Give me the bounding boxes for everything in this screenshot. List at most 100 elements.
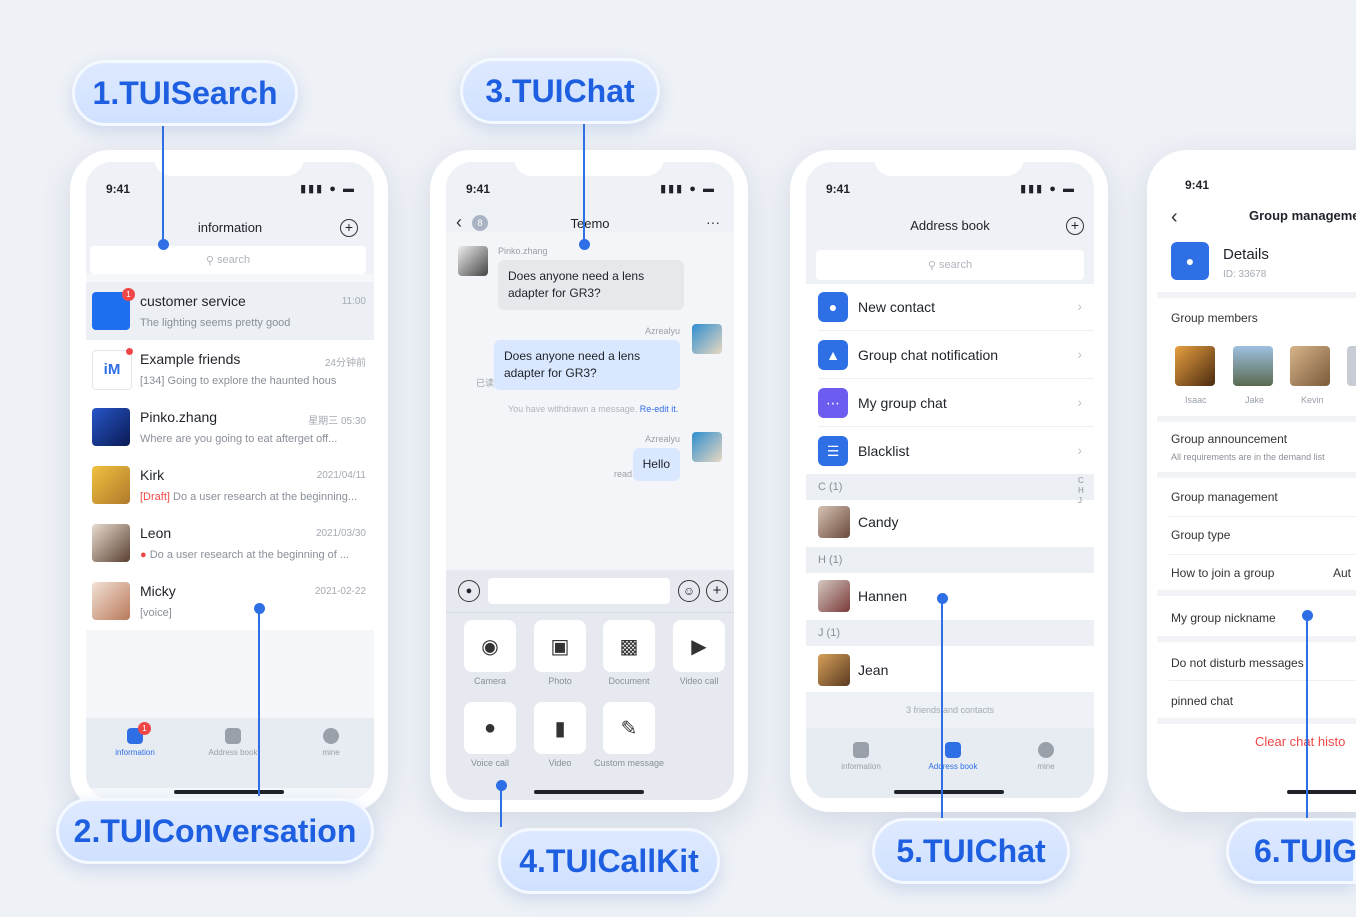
folder-icon: ▩ <box>619 635 639 658</box>
tab-address-book[interactable]: Address book <box>918 742 988 771</box>
tab-information[interactable]: information <box>100 728 170 757</box>
join-method-item[interactable]: How to join a group <box>1171 566 1274 580</box>
video-icon: ▶ <box>691 635 707 658</box>
conversation-item[interactable]: iM Example friends [134] Going to explor… <box>86 340 374 398</box>
pinned-chat-item[interactable]: pinned chat <box>1171 694 1233 708</box>
group-management-item[interactable]: Group management <box>1171 490 1278 504</box>
group-chat-icon: ⋯ <box>818 388 848 418</box>
camera-button[interactable]: ◉ <box>464 620 516 672</box>
withdraw-notice: You have withdrawn a message. Re-edit it… <box>508 404 679 414</box>
tab-information[interactable]: information <box>826 742 896 771</box>
menu-my-group-chat[interactable]: My group chat <box>858 395 947 411</box>
clear-chat-history-button[interactable]: Clear chat histo <box>1255 734 1345 749</box>
avatar <box>818 506 850 538</box>
draft-tag: [Draft] <box>140 491 170 503</box>
tab-mine[interactable]: mine <box>296 728 366 757</box>
search-input[interactable]: ⚲ search <box>816 250 1084 280</box>
message-input[interactable] <box>488 578 670 604</box>
conversation-preview: Where are you going to eat afterget off.… <box>140 433 338 445</box>
tab-badge: 1 <box>138 722 151 735</box>
conversation-item[interactable]: Leon ● Do a user research at the beginni… <box>86 514 374 572</box>
member-name: Jake <box>1245 395 1265 405</box>
tool-label: Video call <box>679 676 719 686</box>
contact-name[interactable]: Jean <box>858 662 888 678</box>
group-announcement[interactable]: Group announcement <box>1171 432 1287 446</box>
group-nickname-item[interactable]: My group nickname <box>1171 611 1276 625</box>
phone-notch <box>514 150 664 176</box>
read-status: read <box>613 469 632 479</box>
contact-name[interactable]: Hannen <box>858 588 907 604</box>
label-tuisearch: 1.TUISearch <box>72 60 298 126</box>
contact-name[interactable]: Candy <box>858 514 898 530</box>
divider <box>446 612 734 613</box>
emoji-icon[interactable]: ☺ <box>678 580 700 602</box>
group-type-item[interactable]: Group type <box>1171 528 1230 542</box>
section-header-c: C (1) <box>806 474 1094 500</box>
conversation-item[interactable]: Micky [voice] 2021-02-22 <box>86 572 374 630</box>
member-avatar[interactable] <box>1175 346 1215 386</box>
phone-notch <box>154 150 304 176</box>
tool-label: Video <box>548 758 572 768</box>
join-method-value: Aut <box>1333 566 1352 580</box>
connector-dot <box>1302 610 1313 621</box>
photo-button[interactable]: ▣ <box>534 620 586 672</box>
menu-blacklist[interactable]: Blacklist <box>858 443 909 459</box>
message-bubble[interactable]: Does anyone need a lens adapter for GR3? <box>498 260 684 310</box>
conversation-item[interactable]: Kirk [Draft] Do a user research at the b… <box>86 456 374 514</box>
home-indicator <box>1287 790 1356 794</box>
photo-icon: ▣ <box>550 635 570 658</box>
message-bubble[interactable]: Does anyone need a lens adapter for GR3? <box>494 340 680 390</box>
home-indicator <box>174 790 284 794</box>
connector-line <box>1306 615 1308 820</box>
menu-group-notification[interactable]: Group chat notification <box>858 347 998 363</box>
video-call-button[interactable]: ▶ <box>673 620 725 672</box>
screen: 9:41 ▮▮▮ ● ▬ Address book + ⚲ search ● N… <box>806 162 1094 800</box>
avatar-azrealyu <box>692 324 722 354</box>
conversation-name: Pinko.zhang <box>140 409 218 425</box>
conversation-item[interactable]: 1 customer service The lighting seems pr… <box>86 282 374 340</box>
message-bubble[interactable]: Hello <box>632 448 680 481</box>
conversation-time: 24分钟前 <box>324 358 366 369</box>
custom-message-button[interactable]: ✎ <box>603 702 655 754</box>
conversation-preview: The lighting seems pretty good <box>140 317 291 329</box>
status-icons: ▮▮▮ ● ▬ <box>1020 183 1076 195</box>
label-tuiconversation: 2.TUIConversation <box>56 798 374 864</box>
conversation-item[interactable]: Pinko.zhang Where are you going to eat a… <box>86 398 374 456</box>
video-button[interactable]: ▮ <box>534 702 586 754</box>
add-icon[interactable]: + <box>340 219 358 237</box>
group-details-title[interactable]: Details <box>1223 246 1269 263</box>
member-avatar[interactable] <box>1233 346 1273 386</box>
menu-new-contact[interactable]: New contact <box>858 299 935 315</box>
voice-input-icon[interactable]: ● <box>458 580 480 602</box>
section-header-h: H (1) <box>806 547 1094 573</box>
conversation-preview: [134] Going to explore the haunted hous <box>140 375 337 387</box>
document-button[interactable]: ▩ <box>603 620 655 672</box>
conversation-time: 11:00 <box>341 296 366 307</box>
divider-thick <box>1157 292 1356 298</box>
search-input[interactable]: ⚲ search <box>90 246 366 274</box>
page-title: Address book <box>910 218 990 233</box>
tab-bar: information 1 Address book mine <box>86 718 374 788</box>
pen-icon: ✎ <box>620 717 638 740</box>
page-title: Group manageme <box>1249 208 1356 223</box>
tab-mine[interactable]: mine <box>1011 742 1081 771</box>
phone-notch <box>874 150 1024 176</box>
screen: 9:41 ▮▮▮ ● ▬ information + ⚲ search 1 cu… <box>86 162 374 800</box>
tool-label: Photo <box>548 676 572 686</box>
more-icon[interactable]: ··· <box>706 214 720 230</box>
conversation-name: Kirk <box>140 467 165 483</box>
alphabet-index[interactable]: C H J <box>1078 476 1088 506</box>
group-icon: ● <box>1171 242 1209 280</box>
voice-call-button[interactable]: ● <box>464 702 516 754</box>
back-icon[interactable]: ‹ <box>1171 206 1178 229</box>
status-time: 9:41 <box>466 182 491 196</box>
re-edit-link[interactable]: Re-edit it. <box>640 404 679 414</box>
add-icon[interactable]: + <box>1066 217 1084 235</box>
chevron-right-icon: › <box>1077 346 1082 362</box>
member-avatar[interactable] <box>1290 346 1330 386</box>
do-not-disturb-item[interactable]: Do not disturb messages <box>1171 656 1304 670</box>
member-avatar[interactable] <box>1347 346 1356 386</box>
more-actions-icon[interactable]: + <box>706 580 728 602</box>
divider-thick <box>1157 590 1356 596</box>
label-tuicallkit: 4.TUICallKit <box>498 828 720 894</box>
